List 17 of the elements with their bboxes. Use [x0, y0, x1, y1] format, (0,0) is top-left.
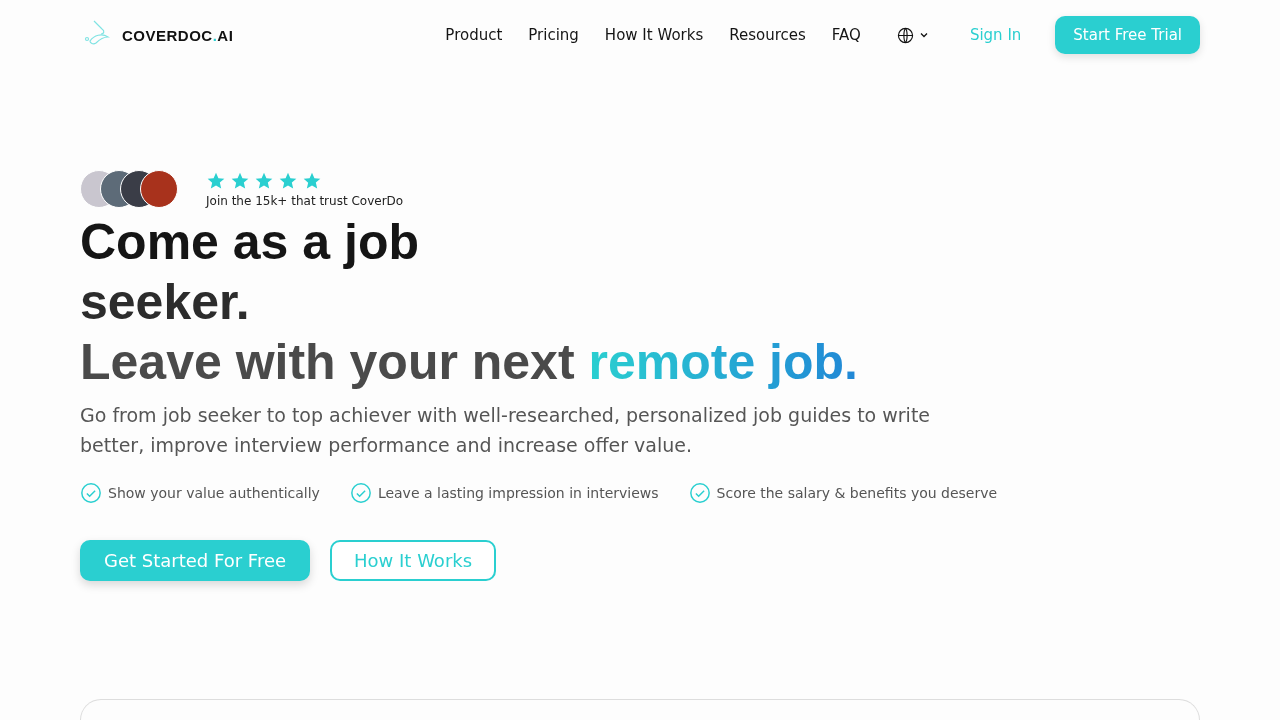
language-selector[interactable] — [896, 26, 930, 44]
benefit-text: Leave a lasting impression in interviews — [377, 485, 659, 501]
check-circle-icon — [80, 482, 102, 504]
nav-link[interactable]: FAQ — [831, 26, 861, 44]
check-circle-icon — [688, 482, 711, 504]
nav-link[interactable]: Pricing — [528, 26, 579, 44]
nav-link[interactable]: Resources — [729, 26, 806, 44]
hero-heading: Come as a job seeker. Leave with your next remote job. — [80, 213, 859, 392]
logo-text[interactable]: COVERDOC.AI — [122, 26, 234, 44]
benefit-text: Show your value authentically — [108, 485, 320, 501]
check-circle-icon — [349, 482, 372, 504]
globe-icon — [896, 26, 914, 44]
nav-link[interactable]: How It Works — [604, 26, 704, 44]
hero-subtitle: Go from job seeker to top achiever with well-researched, personalized job guides to write better, improve interview performance and increase offer value. — [80, 403, 932, 458]
benefit-text: Score the salary & benefits you deserve — [716, 485, 998, 501]
nav-link[interactable]: Product — [445, 26, 503, 44]
trust-text: Join the 15k+ that trust CoverDo — [206, 193, 404, 208]
